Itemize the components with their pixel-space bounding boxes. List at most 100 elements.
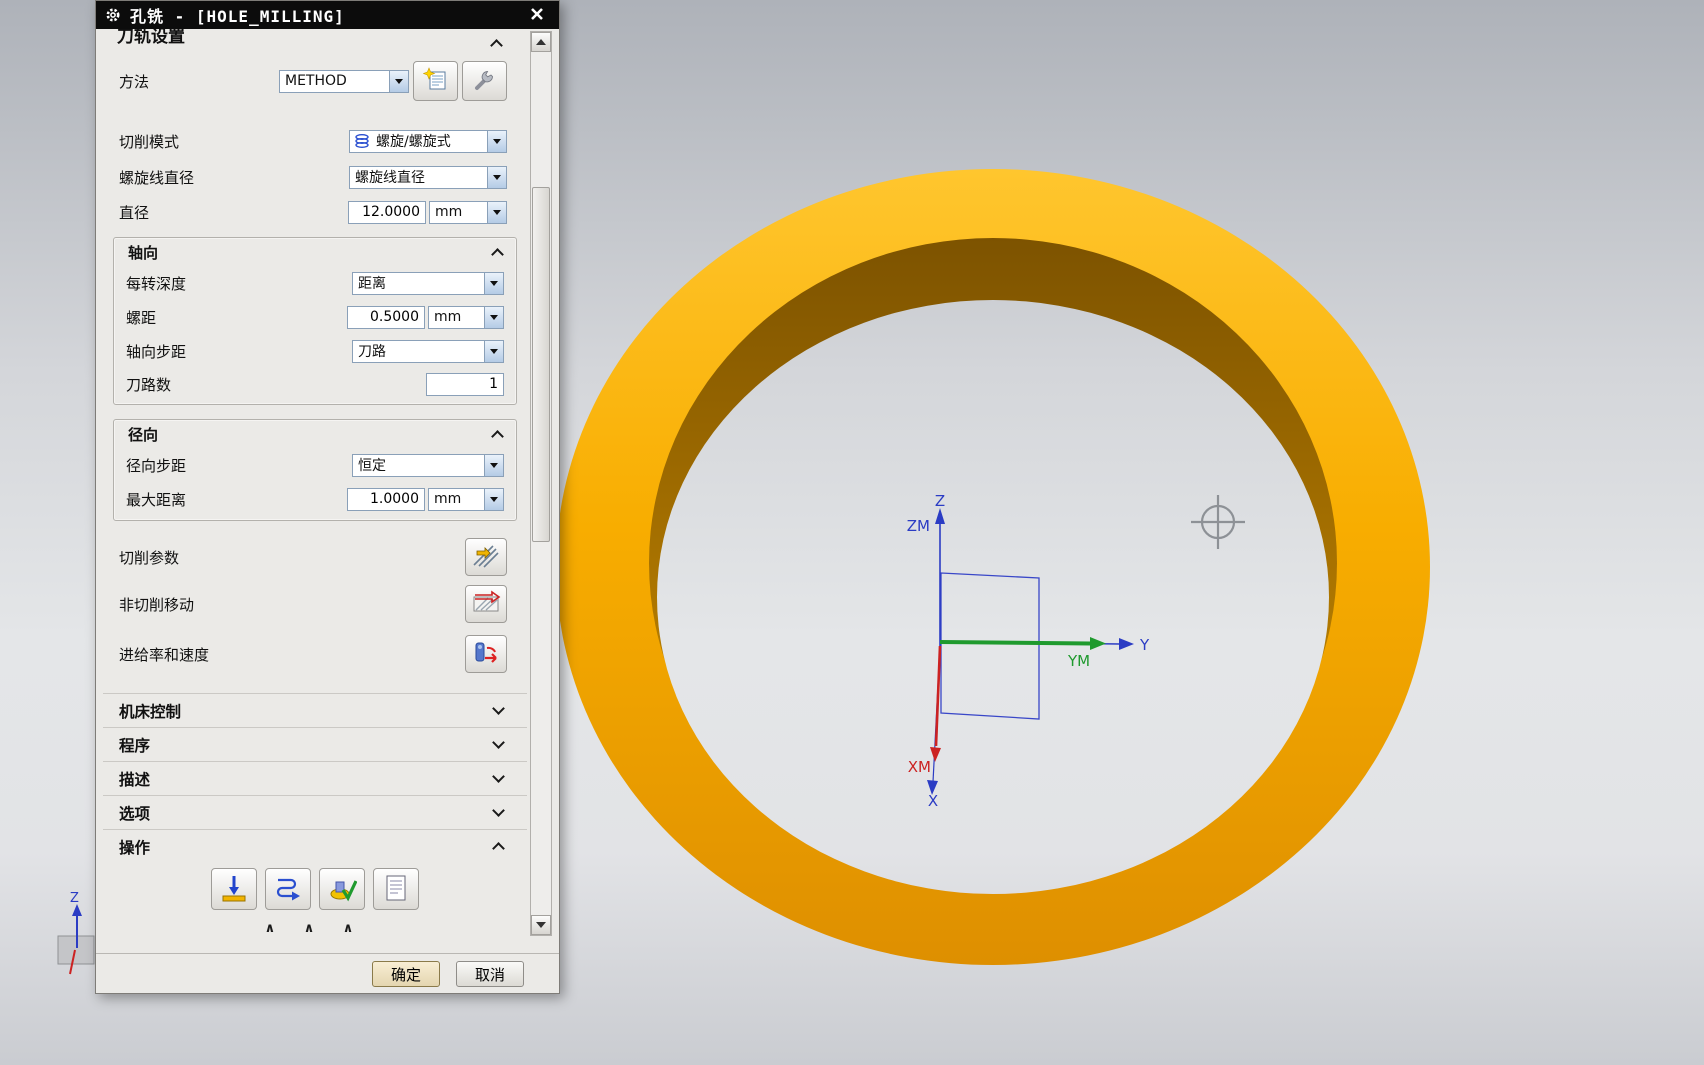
max-distance-unit-value: mm bbox=[434, 491, 462, 507]
chevron-down-icon bbox=[492, 702, 505, 715]
ok-button[interactable]: 确定 bbox=[372, 961, 440, 987]
feeds-speeds-row: 进给率和速度 bbox=[103, 629, 527, 679]
diameter-row: 直径 mm bbox=[103, 195, 527, 229]
dialog-scrollbar[interactable] bbox=[530, 31, 552, 936]
depth-per-rev-value: 距离 bbox=[358, 276, 386, 292]
cut-pattern-value: 螺旋/螺旋式 bbox=[376, 134, 451, 150]
dropdown-arrow-icon bbox=[484, 488, 503, 510]
dropdown-arrow-icon bbox=[389, 70, 408, 92]
section-options[interactable]: 选项 bbox=[103, 795, 527, 829]
radial-group-header[interactable]: 径向 bbox=[114, 420, 516, 448]
axial-group: 轴向 每转深度 距离 螺距 mm bbox=[113, 237, 517, 405]
toolpath-settings-header[interactable]: 刀轨设置 bbox=[103, 29, 527, 53]
pass-count-label: 刀路数 bbox=[126, 375, 172, 394]
dialog-collapse-handle[interactable]: ∧ ∧ ∧ bbox=[103, 921, 527, 945]
axis-xm-label: XM bbox=[908, 758, 931, 776]
dropdown-arrow-icon bbox=[484, 272, 503, 294]
max-distance-row: 最大距离 mm bbox=[114, 482, 516, 516]
cutting-params-icon bbox=[471, 543, 501, 572]
section-program[interactable]: 程序 bbox=[103, 727, 527, 761]
section-machine-control[interactable]: 机床控制 bbox=[103, 693, 527, 727]
pass-count-row: 刀路数 bbox=[114, 368, 516, 400]
scrollbar-down-button[interactable] bbox=[531, 915, 551, 935]
cutting-params-button[interactable] bbox=[465, 538, 507, 576]
dialog-content: 刀轨设置 方法 METHOD 切削模式 螺旋/螺旋式 螺旋线直径 螺旋线直径 直… bbox=[103, 29, 527, 945]
scrollbar-thumb[interactable] bbox=[532, 187, 550, 542]
max-distance-input[interactable] bbox=[347, 487, 425, 511]
max-distance-unit-dropdown[interactable]: mm bbox=[428, 487, 504, 511]
radial-stepover-row: 径向步距 恒定 bbox=[114, 448, 516, 482]
list-icon bbox=[381, 873, 411, 906]
verify-toolpath-button[interactable] bbox=[319, 868, 365, 910]
feeds-speeds-icon bbox=[471, 639, 501, 670]
dropdown-arrow-icon bbox=[487, 166, 506, 188]
dropdown-arrow-icon bbox=[487, 130, 506, 152]
axial-group-header[interactable]: 轴向 bbox=[114, 238, 516, 266]
dropdown-arrow-icon bbox=[484, 306, 503, 328]
hole-milling-dialog: 孔铣 - [HOLE_MILLING] 刀轨设置 方法 METHOD 切削模式 … bbox=[95, 0, 560, 994]
helix-diameter-value: 螺旋线直径 bbox=[355, 170, 425, 186]
close-button[interactable] bbox=[523, 4, 551, 26]
cancel-button[interactable]: 取消 bbox=[456, 961, 524, 987]
program-label: 程序 bbox=[119, 736, 151, 755]
axis-ym-label: YM bbox=[1067, 652, 1090, 670]
axis-y-label: Y bbox=[1139, 636, 1150, 654]
gear-icon bbox=[104, 6, 122, 24]
axis-z-label: Z bbox=[935, 492, 945, 510]
radial-group: 径向 径向步距 恒定 最大距离 mm bbox=[113, 419, 517, 521]
method-value: METHOD bbox=[285, 73, 347, 89]
radial-stepover-dropdown[interactable]: 恒定 bbox=[352, 453, 504, 477]
options-label: 选项 bbox=[119, 804, 151, 823]
pass-count-input[interactable] bbox=[426, 372, 504, 396]
method-row: 方法 METHOD bbox=[103, 53, 527, 109]
chevron-up-icon bbox=[491, 429, 504, 443]
helix-diameter-label: 螺旋线直径 bbox=[119, 168, 195, 187]
dialog-title: 孔铣 - [HOLE_MILLING] bbox=[130, 7, 345, 26]
coil-icon bbox=[350, 133, 371, 149]
pitch-label: 螺距 bbox=[126, 308, 157, 327]
operation-label: 操作 bbox=[119, 838, 151, 857]
dropdown-arrow-icon bbox=[487, 201, 506, 223]
feeds-speeds-button[interactable] bbox=[465, 635, 507, 673]
diameter-unit-dropdown[interactable]: mm bbox=[429, 200, 507, 224]
verify-icon bbox=[327, 873, 358, 906]
list-toolpath-button[interactable] bbox=[373, 868, 419, 910]
section-operation[interactable]: 操作 bbox=[103, 829, 527, 863]
chevron-up-icon bbox=[491, 247, 504, 261]
non-cutting-moves-icon bbox=[471, 589, 501, 619]
depth-per-rev-dropdown[interactable]: 距离 bbox=[352, 271, 504, 295]
chevron-down-icon bbox=[492, 736, 505, 749]
non-cutting-moves-button[interactable] bbox=[465, 585, 507, 623]
axial-stepover-row: 轴向步距 刀路 bbox=[114, 334, 516, 368]
generate-toolpath-icon bbox=[219, 873, 249, 906]
chevron-up-icon bbox=[490, 39, 503, 52]
machine-control-label: 机床控制 bbox=[119, 702, 182, 721]
cut-pattern-label: 切削模式 bbox=[119, 132, 180, 151]
generate-toolpath-button[interactable] bbox=[211, 868, 257, 910]
dialog-titlebar[interactable]: 孔铣 - [HOLE_MILLING] bbox=[96, 1, 559, 29]
section-description[interactable]: 描述 bbox=[103, 761, 527, 795]
pitch-unit-dropdown[interactable]: mm bbox=[428, 305, 504, 329]
replay-toolpath-button[interactable] bbox=[265, 868, 311, 910]
axial-stepover-dropdown[interactable]: 刀路 bbox=[352, 339, 504, 363]
ring-part[interactable] bbox=[556, 169, 1430, 965]
edit-method-icon bbox=[422, 66, 449, 96]
dialog-footer: 确定 取消 bbox=[96, 953, 559, 993]
pitch-input[interactable] bbox=[347, 305, 425, 329]
method-dropdown[interactable]: METHOD bbox=[279, 69, 409, 93]
chevron-up-icon bbox=[492, 842, 505, 855]
helix-diameter-dropdown[interactable]: 螺旋线直径 bbox=[349, 165, 507, 189]
pitch-unit-value: mm bbox=[434, 309, 462, 325]
cut-pattern-dropdown[interactable]: 螺旋/螺旋式 bbox=[349, 129, 507, 153]
max-distance-label: 最大距离 bbox=[126, 490, 187, 509]
dropdown-arrow-icon bbox=[484, 454, 503, 476]
diameter-input[interactable] bbox=[348, 200, 426, 224]
triangle-down-icon bbox=[536, 922, 546, 928]
pitch-row: 螺距 mm bbox=[114, 300, 516, 334]
wrench-icon bbox=[472, 67, 498, 96]
radial-stepover-value: 恒定 bbox=[358, 458, 386, 474]
edit-method-button[interactable] bbox=[413, 61, 458, 101]
scrollbar-up-button[interactable] bbox=[531, 32, 551, 52]
app-root: Z ZM Y YM X XM Z 孔铣 - [HOLE_MILLING] 刀轨设… bbox=[0, 0, 1704, 1065]
method-settings-button[interactable] bbox=[462, 61, 507, 101]
